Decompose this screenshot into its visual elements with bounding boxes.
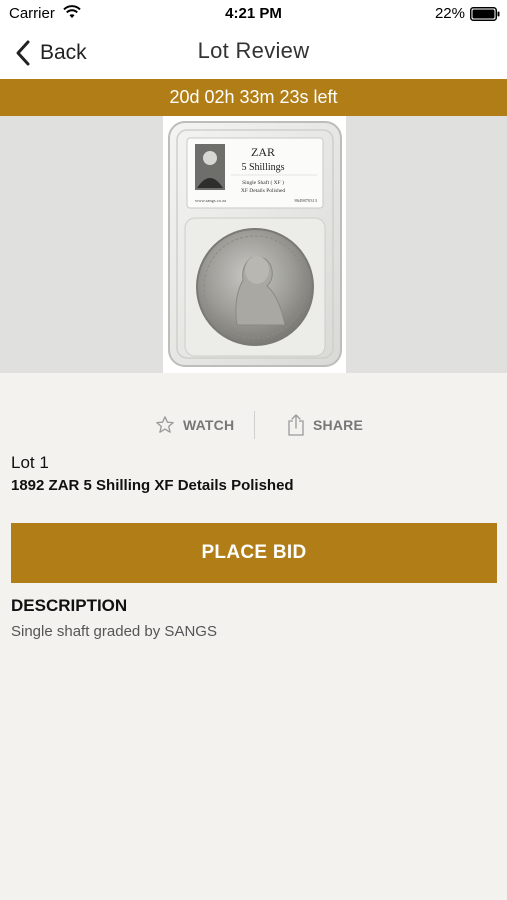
description-text: Single shaft graded by SANGS: [11, 623, 217, 640]
nav-bar: Back Lot Review: [0, 28, 507, 79]
watch-label: WATCH: [183, 417, 235, 433]
lot-image-area[interactable]: ZAR 5 Shillings Single Shaft ( XF ) XF D…: [0, 116, 507, 373]
status-time: 4:21 PM: [225, 5, 282, 22]
status-bar: Carrier 4:21 PM 22%: [0, 0, 507, 28]
slab-label-site: www.sangs.co.za: [195, 198, 226, 203]
slab-label-title: ZAR: [251, 145, 275, 159]
slab-label-line2: XF Details Polished: [241, 188, 286, 194]
star-icon: [156, 416, 174, 433]
lot-number: Lot 1: [11, 453, 49, 472]
battery-percent: 22%: [434, 5, 465, 22]
watch-button[interactable]: WATCH: [155, 413, 234, 437]
action-divider: [254, 411, 255, 439]
slab-label-denomination: 5 Shillings: [241, 162, 284, 173]
countdown-banner: 20d 02h 33m 23s left: [0, 79, 507, 116]
lot-image[interactable]: ZAR 5 Shillings Single Shaft ( XF ) XF D…: [163, 116, 346, 373]
battery-icon: [470, 7, 500, 21]
slab-label-serial: 8649870313: [295, 198, 318, 203]
lot-title: 1892 ZAR 5 Shilling XF Details Polished: [11, 477, 294, 494]
slab-label-line1: Single Shaft ( XF ): [242, 179, 284, 186]
share-button[interactable]: SHARE: [287, 411, 363, 439]
coin-slab-image: ZAR 5 Shillings Single Shaft ( XF ) XF D…: [168, 121, 342, 367]
page-title: Lot Review: [197, 38, 310, 63]
place-bid-button[interactable]: PLACE BID: [11, 523, 497, 583]
description-heading: DESCRIPTION: [11, 596, 128, 615]
share-icon: [288, 414, 304, 436]
share-label: SHARE: [313, 417, 364, 433]
lot-actions: WATCH SHARE: [0, 405, 507, 445]
